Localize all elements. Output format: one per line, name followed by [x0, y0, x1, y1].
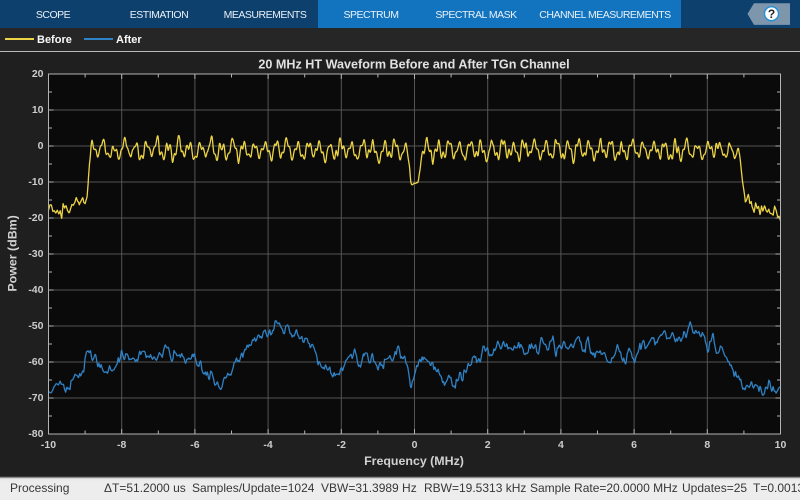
svg-text:CHANNEL MEASUREMENTS: CHANNEL MEASUREMENTS	[539, 9, 671, 21]
svg-text:Processing: Processing	[10, 481, 69, 495]
svg-text:ΔT=51.2000 us: ΔT=51.2000 us	[104, 481, 186, 495]
svg-text:RBW=19.5313 kHz: RBW=19.5313 kHz	[424, 481, 526, 495]
svg-text:MEASUREMENTS: MEASUREMENTS	[224, 9, 307, 21]
svg-text:Before: Before	[37, 34, 72, 46]
svg-text:Sample Rate=20.0000 MHz: Sample Rate=20.0000 MHz	[530, 481, 678, 495]
svg-text:T=0.00131: T=0.00131	[753, 481, 800, 495]
svg-text:SPECTRUM: SPECTRUM	[344, 9, 399, 21]
svg-text:Samples/Update=1024: Samples/Update=1024	[192, 481, 315, 495]
svg-text:SPECTRAL MASK: SPECTRAL MASK	[435, 9, 517, 21]
svg-text:SCOPE: SCOPE	[36, 9, 71, 21]
svg-text:ESTIMATION: ESTIMATION	[130, 9, 188, 21]
svg-text:After: After	[116, 34, 142, 46]
svg-text:Updates=25: Updates=25	[682, 481, 747, 495]
svg-text:VBW=31.3989 Hz: VBW=31.3989 Hz	[321, 481, 417, 495]
